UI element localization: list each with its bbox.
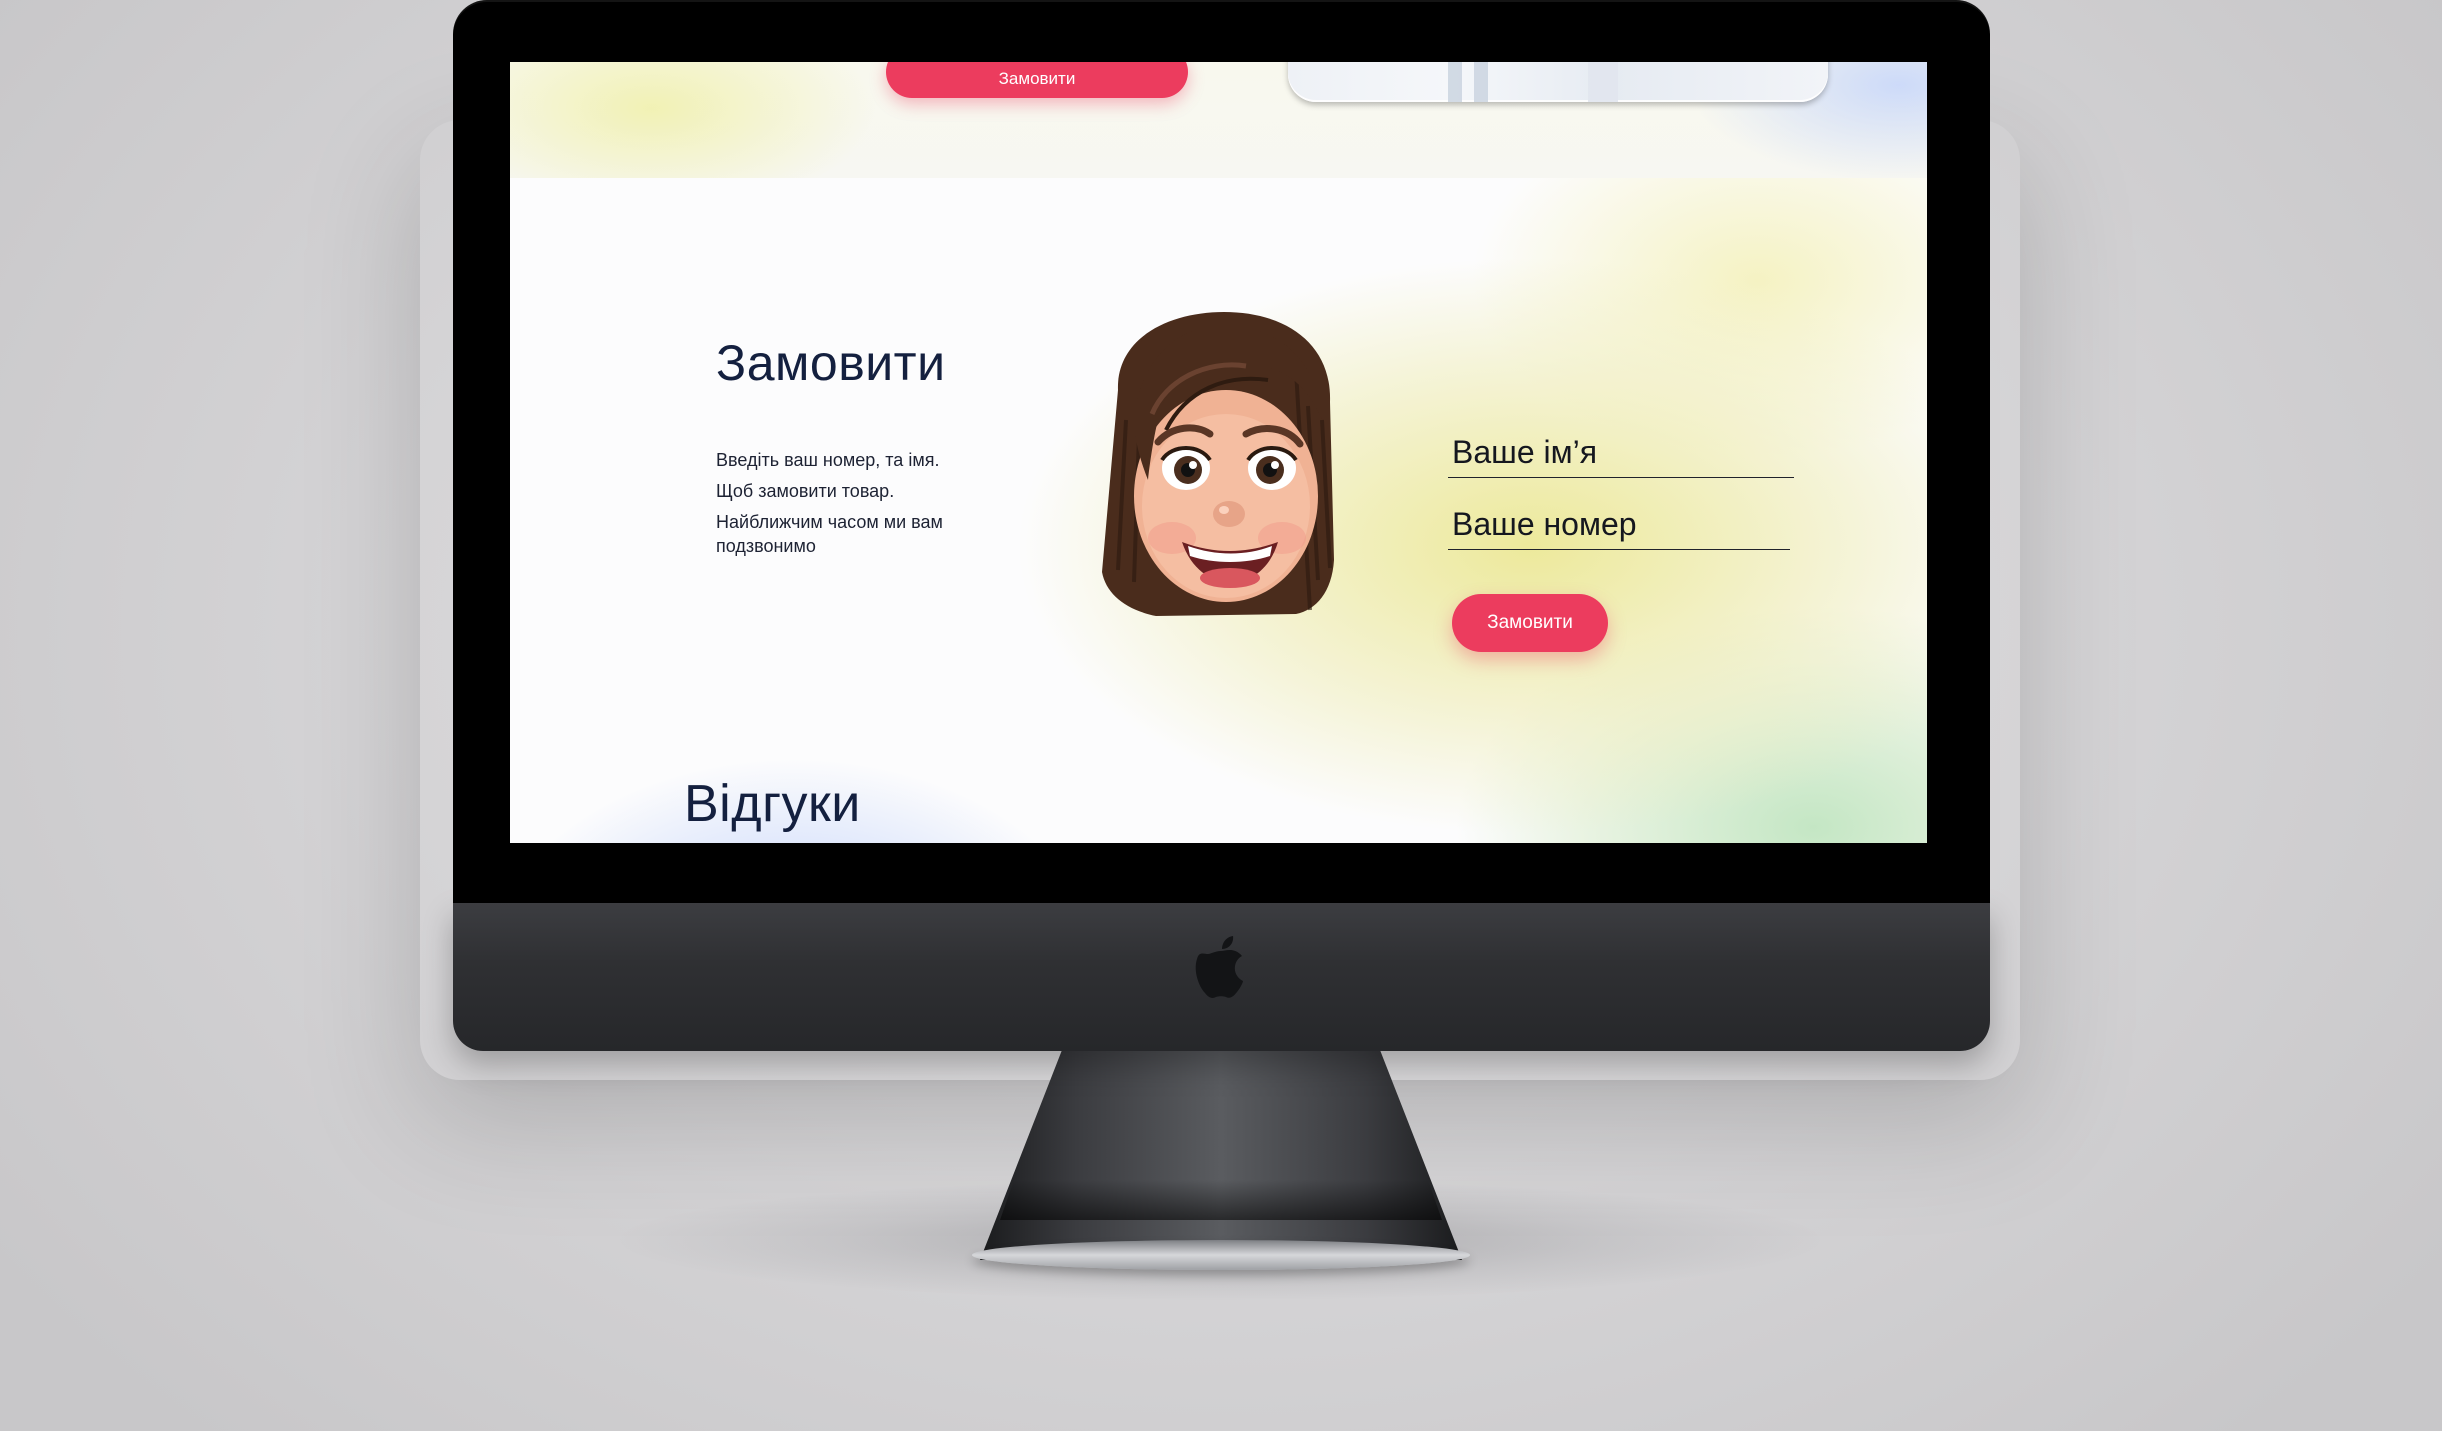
order-submit-button[interactable]: Замовити bbox=[1452, 594, 1608, 652]
order-description: Введіть ваш номер, та імя. Щоб замовити … bbox=[716, 448, 996, 565]
top-order-button[interactable]: Замовити bbox=[886, 62, 1188, 98]
website-screen: Замовити Замовити Введіть ваш номер, та … bbox=[510, 62, 1927, 843]
product-image-card bbox=[1288, 62, 1828, 102]
order-description-line: Щоб замовити товар. bbox=[716, 481, 895, 501]
order-description-line: Введіть ваш номер, та імя. bbox=[716, 450, 940, 470]
phone-input[interactable] bbox=[1448, 506, 1790, 550]
reviews-section-title: Відгуки bbox=[684, 775, 861, 833]
order-section-title: Замовити bbox=[716, 335, 946, 391]
memoji-avatar bbox=[1102, 312, 1334, 616]
name-input[interactable] bbox=[1448, 434, 1794, 478]
monitor-stand bbox=[980, 1050, 1462, 1260]
monitor-stand-base bbox=[972, 1240, 1470, 1270]
order-description-line: Найближчим часом ми вам подзвонимо bbox=[716, 512, 943, 556]
previous-section: Замовити bbox=[510, 62, 1927, 178]
monitor-stand-shadow bbox=[1000, 1180, 1442, 1220]
apple-logo-icon bbox=[1195, 936, 1243, 998]
